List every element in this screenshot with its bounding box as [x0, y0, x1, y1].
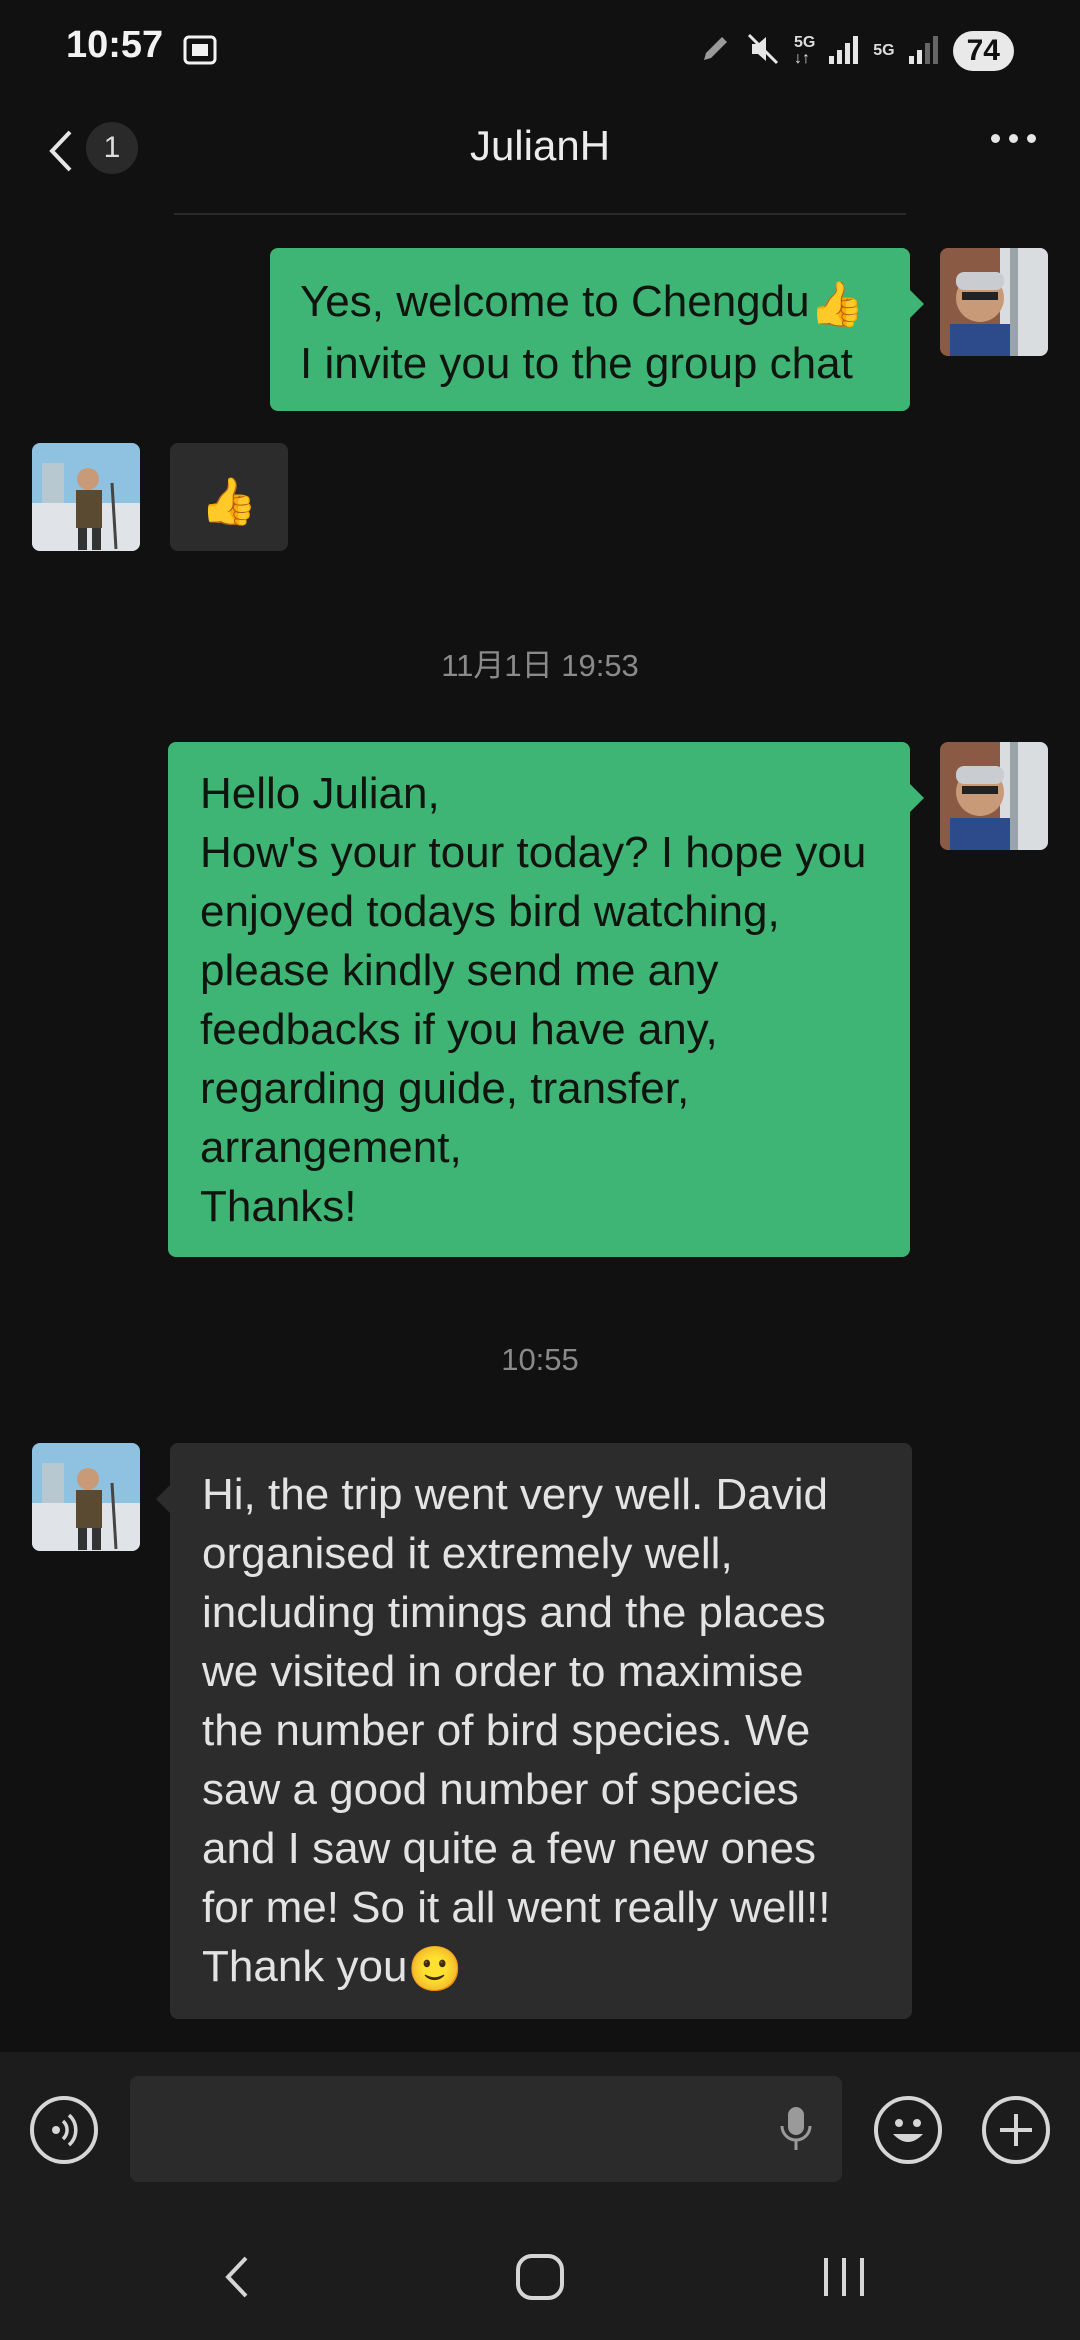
message-line: enjoyed todays bird watching,: [200, 887, 780, 936]
status-time: 10:57: [66, 24, 164, 66]
battery-indicator: 74: [952, 31, 1014, 71]
emoji-smile-icon[interactable]: [874, 2096, 942, 2164]
network-label-2: 5G: [873, 42, 895, 59]
message-text-field[interactable]: [130, 2076, 842, 2182]
signal-strength-icon: [827, 34, 861, 69]
network-indicator-1: 5G ↓↑: [794, 35, 815, 67]
data-arrows-icon: ↓↑: [793, 50, 810, 67]
contact-avatar[interactable]: [32, 1443, 140, 1551]
message-line: organised it extremely well,: [202, 1529, 733, 1578]
message-line: please kindly send me any: [200, 946, 719, 995]
nav-recents-icon[interactable]: [818, 2252, 870, 2307]
message-input-bar: [0, 2052, 1080, 2208]
message-line: and I saw quite a few new ones: [202, 1824, 816, 1873]
system-navigation-bar: [0, 2208, 1080, 2340]
message-line: arrangement,: [200, 1123, 462, 1172]
message-bubble-sent[interactable]: Yes, welcome to Chengdu👍 I invite you to…: [270, 248, 924, 411]
message-line: Hi, the trip went very well. David: [202, 1470, 828, 1519]
message-bubble-sent[interactable]: Hello Julian, How's your tour today? I h…: [168, 742, 924, 1257]
screenshot-icon: [182, 34, 218, 71]
thumbs-up-emoji: 👍: [809, 279, 865, 329]
timestamp: 10:55: [501, 1342, 579, 1377]
message-line: saw a good number of species: [202, 1765, 799, 1814]
my-avatar[interactable]: [940, 742, 1048, 850]
status-bar: 10:57 5G ↓↑ 5G 74: [0, 0, 1080, 100]
microphone-icon[interactable]: [776, 2104, 816, 2159]
network-indicator-2: 5G: [873, 43, 894, 59]
message-bubble-received[interactable]: Hi, the trip went very well. David organ…: [156, 1443, 912, 2019]
message-line: including timings and the places: [202, 1588, 826, 1637]
status-icons: 5G ↓↑ 5G 74: [698, 26, 1014, 76]
more-horizontal-icon[interactable]: [991, 134, 1036, 143]
my-avatar[interactable]: [940, 248, 1048, 356]
message-line: we visited in order to maximise: [202, 1647, 804, 1696]
contact-avatar[interactable]: [32, 443, 140, 551]
mute-icon: [744, 30, 782, 73]
message-line: Hello Julian,: [200, 769, 440, 818]
signal-strength-weak-icon: [907, 34, 941, 69]
chat-header: 1 JulianH: [0, 100, 1080, 212]
thumbs-up-emoji: 👍: [200, 474, 258, 527]
edit-pen-icon: [698, 32, 732, 71]
message-line: regarding guide, transfer,: [200, 1064, 690, 1113]
nav-home-icon[interactable]: [514, 2252, 566, 2307]
header-divider: [174, 213, 906, 215]
voice-mode-icon[interactable]: [30, 2096, 98, 2164]
message-line: the number of bird species. We: [202, 1706, 811, 1755]
message-bubble-received[interactable]: 👍: [170, 443, 288, 551]
message-line: How's your tour today? I hope you: [200, 828, 867, 877]
chat-title: JulianH: [469, 122, 611, 169]
plus-icon[interactable]: [982, 2096, 1050, 2164]
message-line: for me! So it all went really well!!: [202, 1883, 831, 1932]
message-line: Thank you🙂: [202, 1937, 880, 1999]
message-line: Yes, welcome to Chengdu👍: [300, 272, 880, 334]
message-line: Thanks!: [200, 1182, 357, 1231]
network-label-1: 5G: [793, 34, 816, 51]
message-line: I invite you to the group chat: [300, 338, 853, 388]
nav-back-icon[interactable]: [218, 2252, 258, 2307]
message-line: feedbacks if you have any,: [200, 1005, 718, 1054]
smile-emoji: 🙂: [407, 1944, 463, 1994]
timestamp: 11月1日 19:53: [441, 648, 639, 683]
